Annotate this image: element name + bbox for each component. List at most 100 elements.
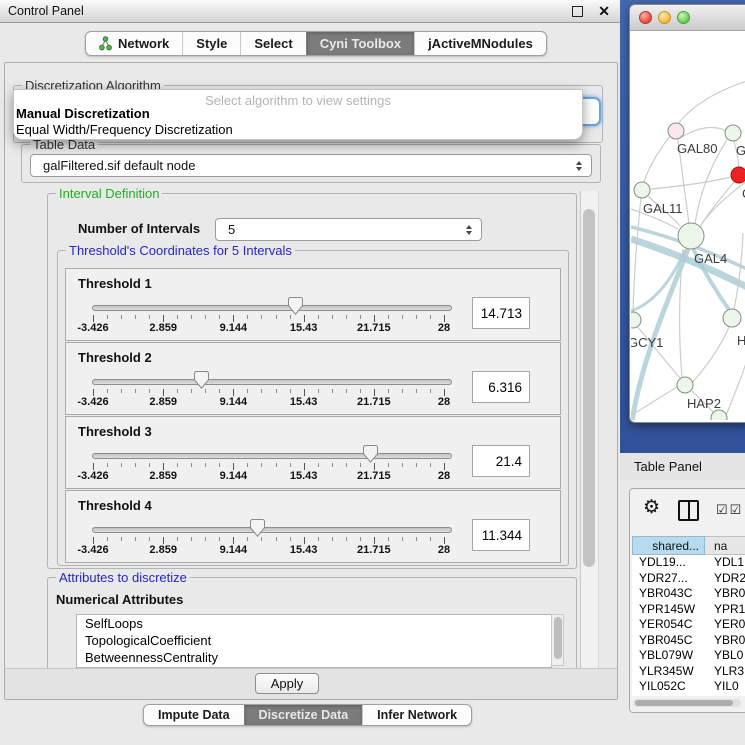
slider-tick <box>388 315 389 319</box>
table-row[interactable]: YER054CYER0 <box>632 617 745 633</box>
tab-discretize-data[interactable]: Discretize Data <box>244 705 363 725</box>
table-row[interactable]: YIL052CYIL0 <box>632 679 745 695</box>
name-cell[interactable]: YDL1 <box>705 555 745 571</box>
shared-name-cell[interactable]: YPR145W <box>632 602 705 618</box>
table-row[interactable]: YBL079WYBL0 <box>632 648 745 664</box>
tab-jactivemnodules[interactable]: jActiveMNodules <box>414 32 546 55</box>
tab-network[interactable]: Network <box>86 32 182 55</box>
network-node-gcy1[interactable] <box>631 312 641 328</box>
network-node-gal11[interactable] <box>634 182 650 198</box>
apply-button[interactable]: Apply <box>255 673 319 694</box>
float-window-icon[interactable] <box>572 6 583 17</box>
name-cell[interactable]: YER0 <box>705 617 745 633</box>
network-node-hap2[interactable] <box>677 377 693 393</box>
network-node-gal[interactable] <box>725 125 741 141</box>
attributes-list-scrollbar[interactable] <box>551 614 564 666</box>
slider-tick <box>430 315 431 319</box>
network-node-gal80[interactable] <box>668 123 684 139</box>
shared-name-cell[interactable]: YIL052C <box>632 679 705 695</box>
table-row[interactable]: YBR043CYBR0 <box>632 586 745 602</box>
threshold-value-field[interactable]: 6.316 <box>472 371 530 403</box>
slider-thumb[interactable] <box>363 445 378 463</box>
slider-tick <box>261 315 262 319</box>
name-cell[interactable]: YIL0 <box>705 679 745 695</box>
zoom-traffic-light-icon[interactable] <box>677 11 690 24</box>
slider-tick <box>276 537 277 541</box>
columns-icon[interactable] <box>678 500 699 521</box>
attribute-list-item[interactable]: TopologicalCoefficient <box>77 632 551 649</box>
slider-tick <box>135 463 136 467</box>
slider-track[interactable] <box>92 379 452 385</box>
shared-name-cell[interactable]: YBR043C <box>632 586 705 602</box>
slider-tick <box>177 315 178 319</box>
shared-name-cell[interactable]: YDR27... <box>632 571 705 587</box>
network-view-window: GAL80GALCGAL11GAL4GCY1HHAP2 <box>629 4 745 423</box>
gear-icon[interactable]: ⚙ <box>643 497 660 519</box>
network-edge <box>644 136 670 182</box>
tab-label: Cyni Toolbox <box>320 36 401 51</box>
name-cell[interactable]: YPR1 <box>705 602 745 618</box>
attribute-list-item[interactable]: SelfLoops <box>77 615 551 632</box>
slider-tick <box>219 315 220 319</box>
table-row[interactable]: YDR27...YDR2 <box>632 571 745 587</box>
slider-tick <box>318 389 319 393</box>
shared-name-cell[interactable]: YDL19... <box>632 555 705 571</box>
checkbox-icons[interactable]: ☑☑ <box>716 502 743 518</box>
settings-scrollbar-thumb[interactable] <box>583 209 595 567</box>
slider-tick <box>360 315 361 319</box>
network-node-h[interactable] <box>723 309 741 327</box>
network-canvas[interactable]: GAL80GALCGAL11GAL4GCY1HHAP2 <box>631 30 745 423</box>
table-row[interactable]: YDL19...YDL1 <box>632 555 745 571</box>
tab-impute-data[interactable]: Impute Data <box>144 705 244 725</box>
threshold-value-field[interactable]: 11.344 <box>472 519 530 551</box>
slider-track[interactable] <box>92 453 452 459</box>
settings-scrollbar[interactable] <box>580 191 599 669</box>
slider-tick <box>318 315 319 319</box>
table-row[interactable]: YLR345WYLR3 <box>632 664 745 680</box>
network-window-titlebar[interactable] <box>630 5 745 31</box>
slider-thumb[interactable] <box>250 519 265 537</box>
shared-name-cell[interactable]: YLR345W <box>632 664 705 680</box>
name-cell[interactable]: YBL0 <box>705 648 745 664</box>
network-node-label: H <box>737 333 745 348</box>
threshold-value-field[interactable]: 14.713 <box>472 297 530 329</box>
table-data-combobox[interactable]: galFiltered.sif default node <box>30 154 592 177</box>
table-hscrollbar-thumb[interactable] <box>635 700 733 706</box>
column-header-shared-name[interactable]: shared... <box>632 536 705 555</box>
network-node-label: GCY1 <box>631 335 663 350</box>
name-cell[interactable]: YBR0 <box>705 633 745 649</box>
column-header-name[interactable]: na <box>705 536 745 555</box>
table-horizontal-scrollbar[interactable] <box>633 699 741 707</box>
threshold-value-field[interactable]: 21.4 <box>472 445 530 477</box>
tab-style[interactable]: Style <box>182 32 240 55</box>
slider-thumb[interactable] <box>194 371 209 389</box>
algorithm-option[interactable]: Equal Width/Frequency Discretization <box>16 122 233 137</box>
name-cell[interactable]: YLR3 <box>705 664 745 680</box>
network-node-c[interactable] <box>731 167 745 183</box>
number-of-intervals-combobox[interactable]: 5 <box>215 218 482 241</box>
tab-select[interactable]: Select <box>240 32 305 55</box>
slider-track[interactable] <box>92 527 452 533</box>
network-node-gal4[interactable] <box>678 223 704 249</box>
slider-track[interactable] <box>92 305 452 311</box>
shared-name-cell[interactable]: YBL079W <box>632 648 705 664</box>
name-cell[interactable]: YBR0 <box>705 586 745 602</box>
table-row[interactable]: YPR145WYPR1 <box>632 602 745 618</box>
tab-cyni-toolbox[interactable]: Cyni Toolbox <box>306 32 414 55</box>
close-traffic-light-icon[interactable] <box>639 11 652 24</box>
slider-thumb[interactable] <box>288 297 303 315</box>
shared-name-cell[interactable]: YBR045C <box>632 633 705 649</box>
table-row[interactable]: YBR045CYBR0 <box>632 633 745 649</box>
name-cell[interactable]: YDR2 <box>705 571 745 587</box>
slider-tick <box>191 537 192 541</box>
attributes-scrollbar-thumb[interactable] <box>554 617 562 659</box>
tab-infer-network[interactable]: Infer Network <box>362 705 471 725</box>
close-icon[interactable]: ✕ <box>598 4 610 18</box>
network-node[interactable] <box>711 410 727 420</box>
tab-label: Infer Network <box>377 708 457 722</box>
algorithm-option[interactable]: Manual Discretization <box>16 106 150 121</box>
attribute-list-item[interactable]: BetweennessCentrality <box>77 649 551 666</box>
shared-name-cell[interactable]: YER054C <box>632 617 705 633</box>
numerical-attributes-list[interactable]: SelfLoopsTopologicalCoefficientBetweenne… <box>76 614 552 668</box>
minimize-traffic-light-icon[interactable] <box>658 11 671 24</box>
